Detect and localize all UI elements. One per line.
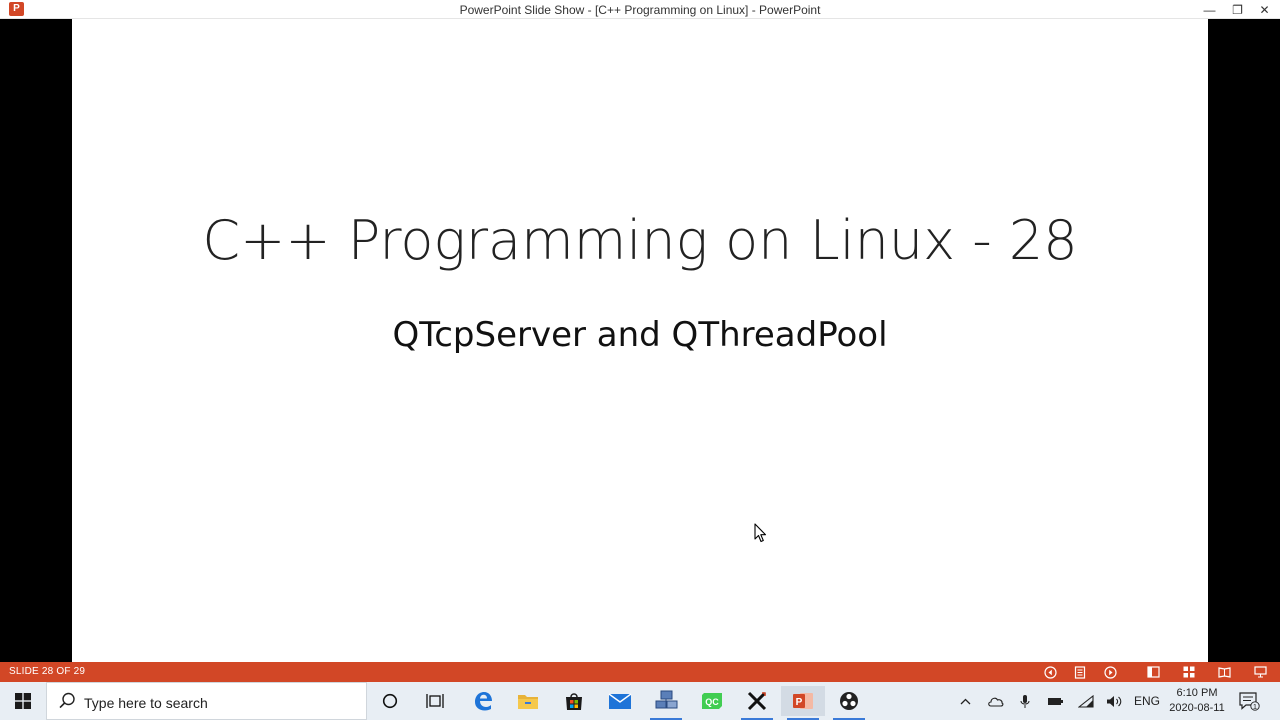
search-icon bbox=[59, 692, 75, 709]
show-hidden-icons-chevron-icon[interactable] bbox=[956, 682, 974, 720]
taskbar-clock[interactable]: 6:10 PM 2020-08-11 bbox=[1166, 686, 1228, 716]
normal-view-icon[interactable] bbox=[1145, 664, 1161, 680]
slide[interactable]: C++ Programming on Linux - 28 QTcpServer… bbox=[72, 19, 1208, 662]
obs-icon[interactable] bbox=[827, 686, 871, 720]
clock-time: 6:10 PM bbox=[1176, 687, 1218, 699]
start-button[interactable] bbox=[0, 682, 46, 720]
microphone-icon[interactable] bbox=[1016, 682, 1034, 720]
mail-icon[interactable] bbox=[598, 686, 642, 716]
edge-icon[interactable] bbox=[461, 686, 505, 716]
search-placeholder: Type here to search bbox=[84, 695, 208, 711]
mouse-pointer-icon bbox=[754, 523, 767, 543]
slide-sorter-icon[interactable] bbox=[1181, 664, 1197, 680]
clock-date: 2020-08-11 bbox=[1169, 702, 1225, 714]
volume-icon[interactable] bbox=[1104, 682, 1124, 720]
wifi-icon[interactable] bbox=[1076, 682, 1096, 720]
slide-show-status-bar: SLIDE 28 OF 29 bbox=[0, 662, 1280, 682]
qt-creator-icon[interactable]: QC bbox=[690, 686, 734, 716]
slide-menu-icon[interactable] bbox=[1072, 664, 1088, 680]
slide-number-indicator: SLIDE 28 OF 29 bbox=[9, 666, 86, 677]
action-center-button[interactable]: 1 bbox=[1236, 682, 1262, 720]
task-view-icon[interactable] bbox=[413, 686, 457, 716]
svg-text:P: P bbox=[796, 697, 803, 708]
powerpoint-taskbar-icon[interactable]: P bbox=[781, 686, 825, 720]
previous-icon[interactable] bbox=[1042, 664, 1058, 680]
onedrive-icon[interactable] bbox=[985, 682, 1005, 720]
network-app-icon[interactable] bbox=[644, 686, 688, 720]
restore-button[interactable]: ❐ bbox=[1224, 0, 1251, 19]
window-title-bar: P PowerPoint Slide Show - [C++ Programmi… bbox=[0, 0, 1280, 19]
window-title: PowerPoint Slide Show - [C++ Programming… bbox=[459, 3, 821, 17]
battery-icon[interactable] bbox=[1045, 682, 1065, 720]
input-language[interactable]: ENG bbox=[1132, 682, 1162, 720]
notification-icon: 1 bbox=[1239, 692, 1260, 711]
reading-view-icon[interactable] bbox=[1216, 664, 1232, 680]
windows-taskbar: Type here to search QC P ENG 6:10 PM 202… bbox=[0, 682, 1280, 720]
store-icon[interactable] bbox=[552, 686, 596, 716]
cortana-icon[interactable] bbox=[368, 686, 412, 716]
slide-show-icon[interactable] bbox=[1252, 664, 1268, 680]
slide-subtitle: QTcpServer and QThreadPool bbox=[392, 315, 888, 355]
x-app-icon[interactable] bbox=[735, 686, 779, 720]
svg-text:1: 1 bbox=[1253, 702, 1257, 711]
close-button[interactable]: ✕ bbox=[1251, 0, 1278, 19]
svg-text:QC: QC bbox=[705, 697, 719, 707]
next-icon[interactable] bbox=[1102, 664, 1118, 680]
taskbar-search-box[interactable]: Type here to search bbox=[46, 682, 367, 720]
windows-logo-icon bbox=[15, 693, 31, 709]
slide-title: C++ Programming on Linux - 28 bbox=[202, 209, 1078, 272]
slide-show-stage: C++ Programming on Linux - 28 QTcpServer… bbox=[0, 19, 1280, 662]
file-explorer-icon[interactable] bbox=[506, 686, 550, 716]
minimize-button[interactable]: — bbox=[1196, 0, 1223, 19]
